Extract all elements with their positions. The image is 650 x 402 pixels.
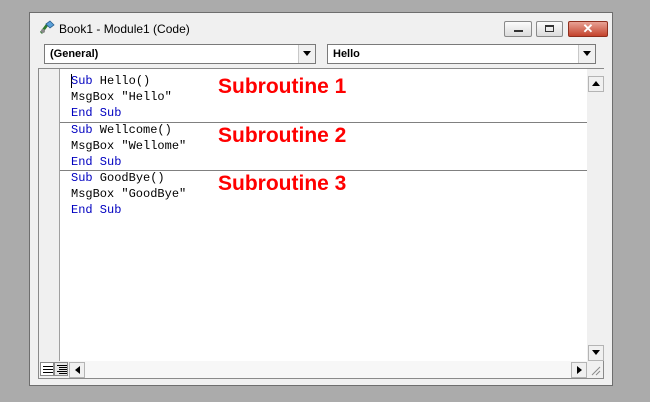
scroll-up-button[interactable] (588, 76, 604, 92)
maximize-button[interactable] (536, 21, 563, 37)
minimize-button[interactable] (504, 21, 532, 37)
chevron-down-icon (303, 51, 311, 56)
object-dropdown[interactable]: (General) (44, 44, 316, 64)
code-keyword: Sub (71, 123, 93, 137)
arrow-right-icon (577, 366, 582, 374)
code-line[interactable]: Sub Hello() (71, 74, 150, 88)
code-line[interactable]: End Sub (71, 106, 121, 120)
vertical-scrollbar[interactable] (588, 69, 604, 361)
code-keyword: End Sub (71, 155, 122, 169)
code-line[interactable]: End Sub (71, 203, 121, 217)
annotation-subroutine-1: Subroutine 1 (218, 75, 347, 98)
code-text: Hello() (92, 74, 151, 88)
full-module-view-button[interactable] (54, 362, 68, 376)
procedure-dropdown[interactable]: Hello (327, 44, 596, 64)
code-text: GoodBye() (92, 171, 165, 185)
vba-code-window: Book1 - Module1 (Code) ✕ (General) Hello… (29, 12, 613, 386)
code-text: MsgBox "GoodBye" (71, 187, 187, 201)
horizontal-scrollbar[interactable] (69, 361, 587, 378)
code-editor[interactable]: Sub Hello() MsgBox "Hello" End Sub Sub W… (60, 69, 587, 361)
scroll-right-button[interactable] (571, 362, 587, 378)
code-line[interactable]: Sub GoodBye() (71, 171, 165, 185)
object-dropdown-button[interactable] (298, 45, 315, 63)
procedure-dropdown-value: Hello (333, 48, 360, 60)
vba-module-icon (40, 20, 55, 34)
code-line[interactable]: MsgBox "GoodBye" (71, 187, 186, 201)
close-icon: ✕ (582, 21, 594, 36)
code-line[interactable]: Sub Wellcome() (71, 123, 172, 137)
code-text: Wellcome() (92, 123, 172, 137)
annotation-subroutine-3: Subroutine 3 (218, 172, 347, 195)
procedure-dropdown-button[interactable] (578, 45, 595, 63)
code-editor-frame: Sub Hello() MsgBox "Hello" End Sub Sub W… (38, 68, 604, 379)
maximize-icon (545, 25, 554, 32)
annotation-subroutine-2: Subroutine 2 (218, 124, 347, 147)
code-line[interactable]: End Sub (71, 155, 121, 169)
chevron-down-icon (583, 51, 591, 56)
minimize-icon (514, 30, 523, 32)
object-dropdown-value: (General) (50, 48, 99, 60)
code-keyword: End Sub (71, 106, 122, 120)
title-bar[interactable]: Book1 - Module1 (Code) ✕ (30, 13, 612, 44)
window-title: Book1 - Module1 (Code) (59, 22, 190, 36)
margin-indicator-bar[interactable] (39, 69, 60, 361)
code-keyword: End Sub (71, 203, 122, 217)
code-text: MsgBox "Hello" (71, 90, 172, 104)
procedure-view-button[interactable] (40, 362, 54, 376)
code-line[interactable]: MsgBox "Wellome" (71, 139, 186, 153)
resize-grip-icon[interactable] (589, 364, 601, 376)
code-text: MsgBox "Wellome" (71, 139, 187, 153)
arrow-down-icon (592, 350, 600, 355)
arrow-left-icon (75, 366, 80, 374)
full-module-view-icon (57, 365, 67, 374)
scroll-left-button[interactable] (69, 362, 85, 378)
code-keyword: Sub (71, 74, 93, 88)
code-line[interactable]: MsgBox "Hello" (71, 90, 172, 104)
close-button[interactable]: ✕ (568, 21, 608, 37)
procedure-view-icon (43, 366, 53, 373)
code-keyword: Sub (71, 171, 93, 185)
editor-bottom-bar (39, 361, 603, 378)
arrow-up-icon (592, 81, 600, 86)
scroll-down-button[interactable] (588, 345, 604, 361)
